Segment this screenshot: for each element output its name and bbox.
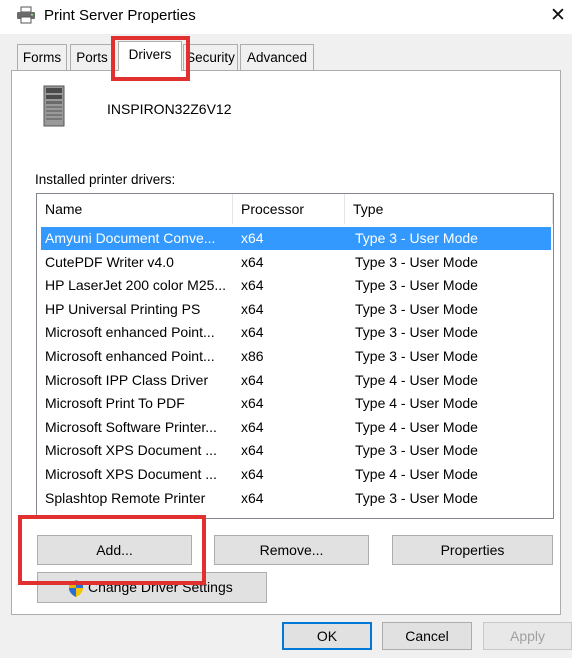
driver-name: Microsoft Print To PDF	[45, 395, 185, 412]
change-driver-settings-label: Change Driver Settings	[88, 579, 233, 595]
cancel-button[interactable]: Cancel	[382, 622, 472, 650]
driver-type: Type 4 - User Mode	[355, 418, 478, 435]
driver-type: Type 4 - User Mode	[355, 466, 478, 482]
driver-name: Microsoft enhanced Point...	[45, 348, 215, 364]
driver-processor: x64	[241, 395, 264, 412]
driver-type: Type 4 - User Mode	[355, 395, 478, 412]
driver-type: Type 3 - User Mode	[355, 324, 478, 341]
apply-button[interactable]: Apply	[483, 622, 572, 650]
tab-advanced[interactable]: Advanced	[240, 44, 314, 70]
driver-name: Microsoft XPS Document ...	[45, 442, 217, 459]
driver-name: Microsoft Software Printer...	[45, 418, 217, 435]
driver-type: Type 3 - User Mode	[355, 230, 478, 246]
driver-name: Amyuni Document Conve...	[45, 230, 216, 246]
driver-type: Type 3 - User Mode	[355, 442, 478, 459]
driver-processor: x64	[241, 300, 264, 317]
driver-processor: x64	[241, 230, 264, 246]
driver-processor: x64	[241, 442, 264, 459]
driver-processor: x64	[241, 489, 264, 506]
column-header-type[interactable]: Type	[345, 194, 553, 224]
printer-icon	[17, 6, 35, 24]
driver-processor: x64	[241, 466, 264, 482]
server-tower-icon	[43, 85, 65, 127]
column-header-name[interactable]: Name	[37, 194, 233, 224]
drivers-list[interactable]: Name Processor Type Amyuni Document Conv…	[36, 193, 554, 519]
change-driver-settings-button[interactable]: Change Driver Settings	[37, 572, 267, 603]
driver-row[interactable]: Microsoft XPS Document ... x64 Type 4 - Us…	[41, 463, 551, 486]
window-title: Print Server Properties	[44, 7, 196, 24]
tab-ports[interactable]: Ports	[70, 44, 114, 70]
driver-name: Splashtop Remote Printer	[45, 489, 206, 506]
driver-name: Microsoft enhanced Point...	[45, 324, 215, 341]
driver-row[interactable]: Splashtop Remote Printer x64 Type 3 - User…	[41, 487, 551, 510]
driver-row[interactable]: Microsoft enhanced Point... x86 Type 3 - U…	[41, 345, 551, 368]
driver-row[interactable]: Microsoft Software Printer... x64 Type 4 -…	[41, 416, 551, 439]
driver-type: Type 3 - User Mode	[355, 300, 478, 317]
driver-row[interactable]: HP LaserJet 200 color M25... x64 Type 3 - …	[41, 274, 551, 297]
driver-type: Type 4 - User Mode	[355, 371, 478, 388]
driver-type: Type 3 - User Mode	[355, 253, 478, 270]
driver-type: Type 3 - User Mode	[355, 348, 478, 364]
driver-name: HP Universal Printing PS	[45, 300, 201, 317]
driver-row[interactable]: Microsoft IPP Class Driver x64 Type 4 - Us…	[41, 369, 551, 392]
tab-drivers[interactable]: Drivers	[118, 41, 182, 71]
driver-name: Microsoft XPS Document ...	[45, 466, 217, 482]
properties-button[interactable]: Properties	[392, 535, 553, 565]
driver-row[interactable]: CutePDF Writer v4.0 x64 Type 3 - User Mode	[41, 251, 551, 274]
ok-button[interactable]: OK	[282, 622, 372, 650]
driver-processor: x64	[241, 324, 264, 341]
close-button[interactable]: ✕	[546, 4, 570, 28]
tab-forms[interactable]: Forms	[17, 44, 67, 70]
driver-row[interactable]: Microsoft Print To PDF x64 Type 4 - User M…	[41, 392, 551, 415]
add-button[interactable]: Add...	[37, 535, 192, 565]
server-name: INSPIRON32Z6V12	[107, 101, 232, 117]
driver-processor: x64	[241, 253, 264, 270]
driver-name: CutePDF Writer v4.0	[45, 253, 174, 270]
driver-processor: x64	[241, 371, 264, 388]
column-header-processor[interactable]: Processor	[233, 194, 345, 224]
driver-name: HP LaserJet 200 color M25...	[45, 277, 227, 294]
uac-shield-icon	[69, 580, 83, 597]
driver-type: Type 3 - User Mode	[355, 489, 478, 506]
driver-row[interactable]: Amyuni Document Conve... x64 Type 3 - User…	[41, 227, 551, 250]
tab-security-label: Security	[186, 50, 235, 65]
driver-row[interactable]: Microsoft XPS Document ... x64 Type 3 - Us…	[41, 439, 551, 462]
installed-drivers-label: Installed printer drivers:	[35, 172, 176, 187]
driver-row[interactable]: Microsoft enhanced Point... x64 Type 3 - U…	[41, 321, 551, 344]
remove-button[interactable]: Remove...	[214, 535, 369, 565]
driver-type: Type 3 - User Mode	[355, 277, 478, 294]
driver-name: Microsoft IPP Class Driver	[45, 371, 209, 388]
tab-security[interactable]: Security	[183, 44, 238, 70]
driver-processor: x64	[241, 277, 264, 294]
driver-row[interactable]: HP Universal Printing PS x64 Type 3 - User…	[41, 298, 551, 321]
driver-processor: x64	[241, 418, 264, 435]
driver-processor: x86	[241, 348, 264, 364]
